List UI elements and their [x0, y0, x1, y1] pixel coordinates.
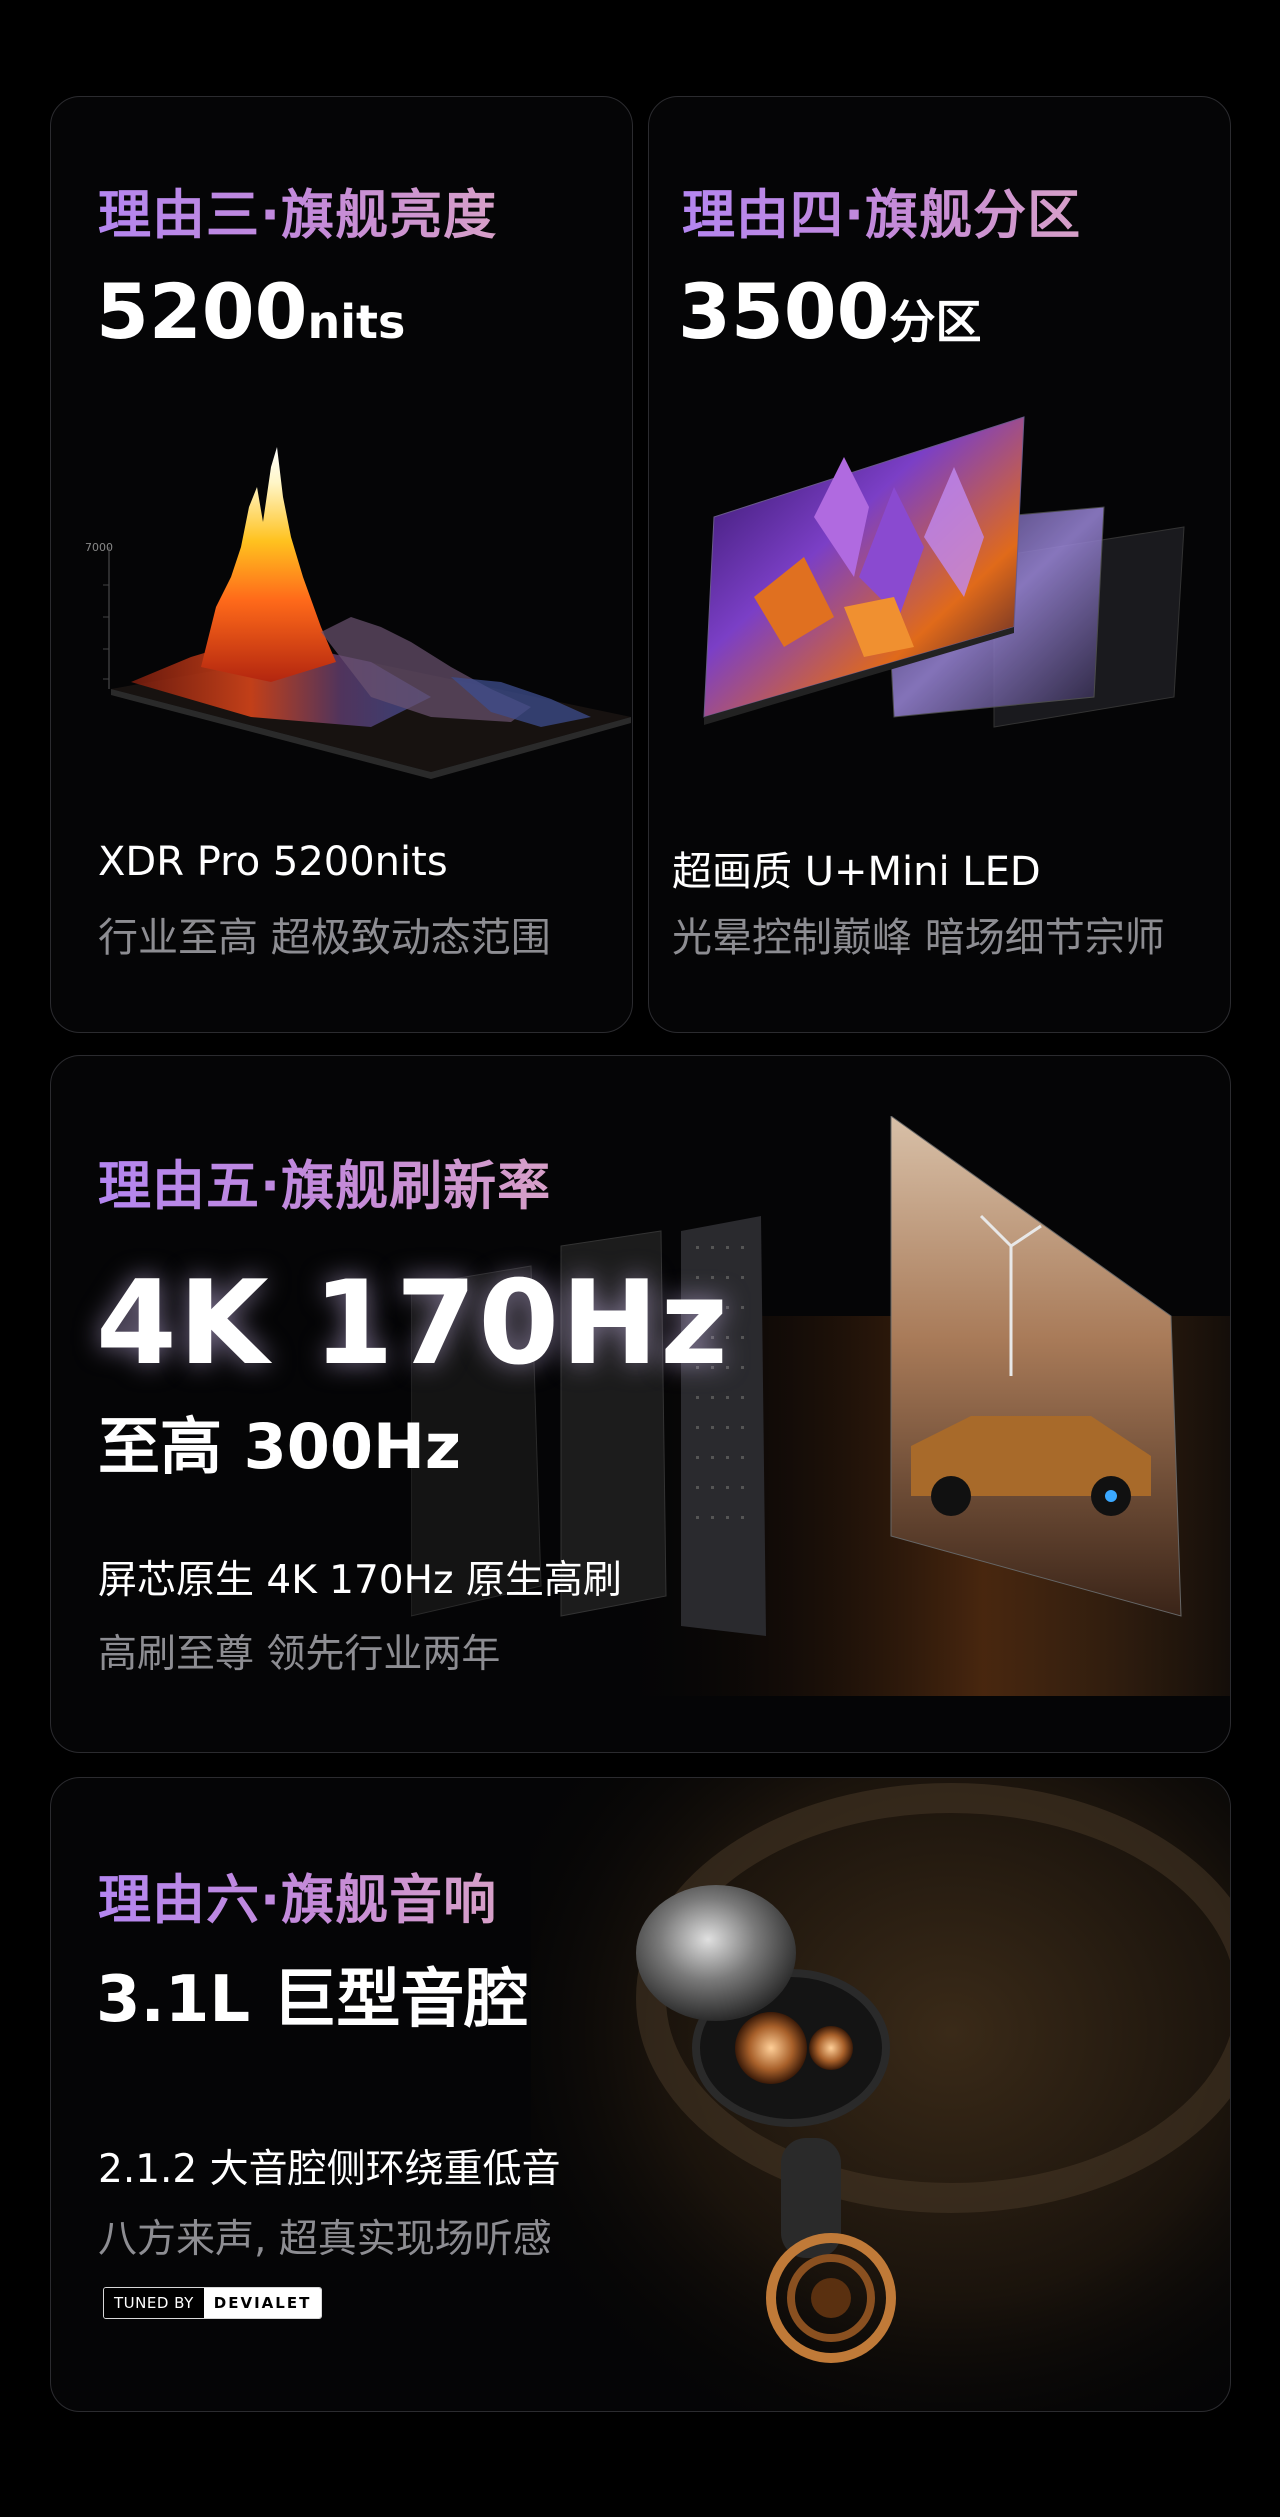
badge-tuned-by: TUNED BY: [104, 2288, 204, 2318]
refresh-max: 至高 300Hz: [98, 1410, 461, 1483]
zones-line2: 光晕控制巅峰 暗场细节宗师: [672, 915, 1165, 961]
audio-speaker-image: [531, 1778, 1230, 2411]
brightness-line2: 行业至高 超极致动态范围: [98, 915, 551, 961]
zones-unit: 分区: [889, 295, 982, 349]
brightness-card: 理由三·旗舰亮度 5200nits 7000 XDR Pro 5200nits …: [50, 96, 633, 1033]
brightness-3d-chart-image: 7000: [85, 447, 631, 779]
brightness-number: 5200: [96, 267, 308, 356]
zones-value: 3500分区: [678, 267, 982, 356]
audio-title: 理由六·旗舰音响: [98, 1858, 497, 1934]
refresh-line2: 高刷至尊 领先行业两年: [98, 1632, 501, 1677]
devialet-badge: TUNED BY DEVIALET: [103, 2287, 323, 2319]
audio-value: 3.1L 巨型音腔: [96, 1963, 529, 2037]
audio-line2: 八方来声, 超真实现场听感: [98, 2217, 552, 2262]
zones-title: 理由四·旗舰分区: [682, 173, 1081, 249]
zones-card: 理由四·旗舰分区 3500分区 超画质 U+Mini LED 光晕控制巅峰 暗场: [648, 96, 1231, 1033]
brightness-unit: nits: [307, 295, 406, 349]
zones-exploded-panel-image: [703, 416, 1185, 728]
audio-card: 理由六·旗舰音响 3.1L 巨型音腔 2.1.2 大音腔侧环绕重低音 八方来声,…: [50, 1777, 1231, 2412]
badge-devialet: DEVIALET: [203, 2288, 322, 2318]
refresh-line1: 屏芯原生 4K 170Hz 原生高刷: [98, 1558, 622, 1603]
refresh-title: 理由五·旗舰刷新率: [98, 1144, 551, 1220]
brightness-value: 5200nits: [96, 267, 405, 356]
audio-line1: 2.1.2 大音腔侧环绕重低音: [98, 2147, 561, 2192]
brightness-line1: XDR Pro 5200nits: [98, 839, 448, 885]
zones-number: 3500: [678, 267, 890, 356]
brightness-title: 理由三·旗舰亮度: [98, 173, 497, 249]
zones-line1: 超画质 U+Mini LED: [672, 849, 1041, 895]
refresh-card: 理由五·旗舰刷新率 4K 170Hz 至高 300Hz 屏芯原生 4K 170H…: [50, 1055, 1231, 1753]
refresh-value: 4K 170Hz: [96, 1256, 730, 1391]
